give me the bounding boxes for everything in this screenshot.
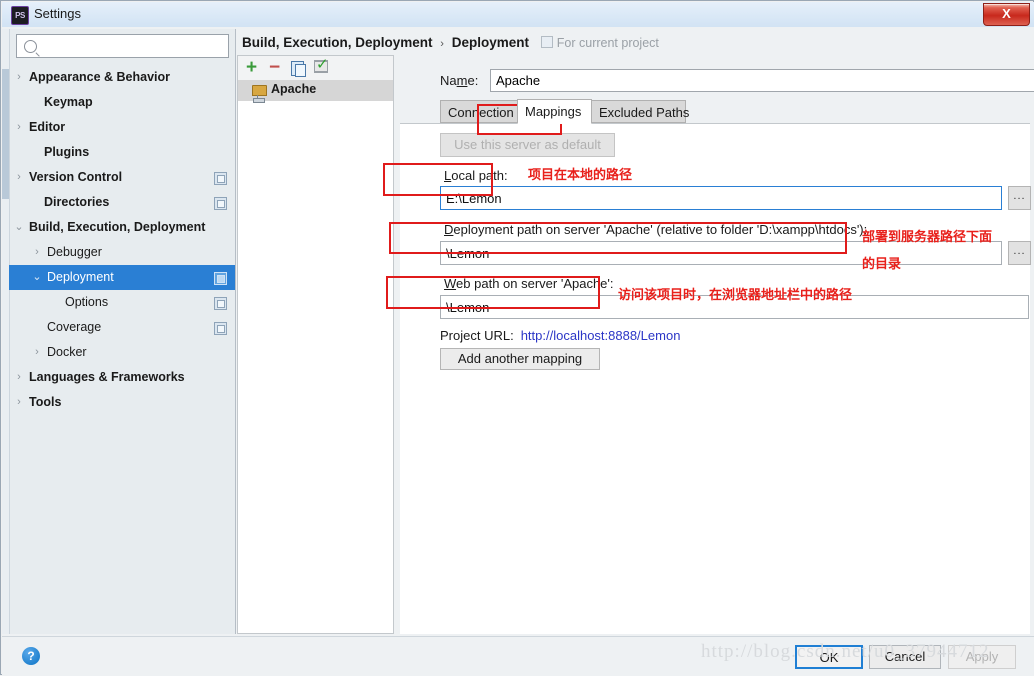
sidebar-item-label: Version Control [29,170,123,184]
sidebar-item-label: Languages & Frameworks [29,370,185,384]
sidebar-item-label: Appearance & Behavior [29,70,171,84]
project-url-label: Project URL: [440,328,514,343]
sidebar-item-label: Plugins [44,145,90,159]
chevron-right-icon[interactable]: › [12,390,26,415]
project-scope-icon [214,172,227,185]
mappings-panel: Use this server as default Local path: .… [400,124,1031,634]
breadcrumb-part-1: Build, Execution, Deployment [242,35,433,50]
sidebar-item-coverage[interactable]: Coverage [9,315,235,340]
sidebar-item-debugger[interactable]: › Debugger [9,240,235,265]
name-label: Name: [440,73,479,88]
help-icon[interactable]: ? [22,647,40,665]
watermark-text: http://blog.csdn.net/u0_37944712 [701,641,990,662]
server-folder-icon [252,85,267,103]
sidebar-item-label: Keymap [44,95,93,109]
sidebar-item-version-control[interactable]: › Version Control [9,165,235,190]
search-input[interactable] [41,37,225,57]
title-bar: PS Settings X [2,2,1034,27]
sidebar-item-label: Options [65,295,109,309]
server-list-item-apache[interactable]: Apache [238,80,393,103]
sidebar-item-label: Directories [44,195,110,209]
settings-sidebar: › Appearance & Behavior Keymap › Editor Plugi… [2,29,236,634]
annotation-deployment-path-1: 部署到服务器路径下面 [862,230,993,245]
sidebar-item-label: Docker [47,345,87,359]
tab-excluded-paths[interactable]: Excluded Paths [591,100,689,123]
scope-note: For current project [533,36,659,50]
server-toolbar: + − [238,56,393,80]
breadcrumb: Build, Execution, Deployment › Deploymen… [242,35,659,50]
sidebar-scroll-thumb[interactable] [2,69,9,199]
settings-detail-pane: Build, Execution, Deployment › Deploymen… [237,29,1034,634]
deployment-path-label: Deployment path on server 'Apache' (rela… [444,222,868,237]
chevron-down-icon[interactable]: ⌄ [12,215,26,240]
local-path-input[interactable] [440,186,1002,210]
chevron-right-icon[interactable]: › [12,365,26,390]
deployment-path-browse-button[interactable]: ... [1008,241,1031,265]
remove-server-icon[interactable]: − [269,58,280,77]
sidebar-item-tools[interactable]: › Tools [9,390,235,415]
local-path-label: Local path: [444,168,508,183]
dialog-body: › Appearance & Behavior Keymap › Editor Plugi… [2,27,1034,636]
sidebar-item-editor[interactable]: › Editor [9,115,235,140]
chevron-right-icon[interactable]: › [12,65,26,90]
sidebar-item-deployment[interactable]: ⌄ Deployment [9,265,235,290]
sidebar-item-docker[interactable]: › Docker [9,340,235,365]
copy-server-icon[interactable] [291,61,306,77]
name-input[interactable] [490,69,1034,92]
chevron-right-icon[interactable]: › [30,340,44,365]
local-path-browse-button[interactable]: ... [1008,186,1031,210]
scope-note-label: For current project [556,36,659,50]
scope-icon [540,36,553,48]
sidebar-item-directories[interactable]: Directories [9,190,235,215]
use-server-as-default-button: Use this server as default [440,133,615,157]
project-scope-icon [214,272,227,285]
project-scope-icon [214,322,227,335]
settings-window-root: PhpStorm Ligas Idea · Deployment · PHP F… [0,0,1034,676]
chevron-right-icon[interactable]: › [30,240,44,265]
server-list-pane: + − Apache [237,55,394,634]
annotation-local-path: 项目在本地的路径 [528,168,633,183]
sidebar-item-label: Deployment [47,270,114,284]
add-another-mapping-button[interactable]: Add another mapping [440,348,600,370]
close-icon[interactable]: X [983,3,1030,26]
add-server-icon[interactable]: + [246,58,257,77]
chevron-right-icon[interactable]: › [12,165,26,190]
tab-mappings[interactable]: Mappings [517,99,592,124]
sidebar-item-plugins[interactable]: Plugins [9,140,235,165]
project-url-row: Project URL: http://localhost:8888/Lemon [440,328,680,343]
server-name-label: Apache [271,82,317,96]
project-scope-icon [214,297,227,310]
tab-connection[interactable]: Connection [440,100,518,123]
chevron-down-icon[interactable]: ⌄ [30,265,44,290]
sidebar-item-keymap[interactable]: Keymap [9,90,235,115]
sidebar-item-label: Coverage [47,320,102,334]
sidebar-item-label: Build, Execution, Deployment [29,220,206,234]
web-path-label: Web path on server 'Apache': [444,276,614,291]
sidebar-item-languages-frameworks[interactable]: › Languages & Frameworks [9,365,235,390]
sidebar-item-build-execution-deployment[interactable]: ⌄ Build, Execution, Deployment [9,215,235,240]
search-input-wrapper[interactable] [16,34,229,58]
project-url-link[interactable]: http://localhost:8888/Lemon [514,328,681,343]
annotation-deployment-path-2: 的目录 [862,257,902,272]
sidebar-item-options[interactable]: Options [9,290,235,315]
sidebar-item-label: Tools [29,395,62,409]
settings-tree: › Appearance & Behavior Keymap › Editor Plugi… [9,65,235,415]
breadcrumb-separator: › [440,38,444,50]
phpstorm-ps-icon: PS [11,6,29,25]
server-config-form: Name: ConnectionMappingsExcluded Paths U… [400,55,1034,634]
search-icon [24,40,37,53]
sidebar-item-label: Editor [29,120,66,134]
validate-server-icon[interactable] [314,57,329,73]
sidebar-item-appearance-behavior[interactable]: › Appearance & Behavior [9,65,235,90]
chevron-right-icon[interactable]: › [12,115,26,140]
window-title: Settings [34,6,81,21]
sidebar-item-label: Debugger [47,245,102,259]
settings-dialog: PS Settings X › Appearance & Behavior Keym… [0,0,1034,676]
breadcrumb-part-2: Deployment [451,35,529,50]
project-scope-icon [214,197,227,210]
annotation-web-path: 访问该项目时，在浏览器地址栏中的路径 [618,288,853,303]
